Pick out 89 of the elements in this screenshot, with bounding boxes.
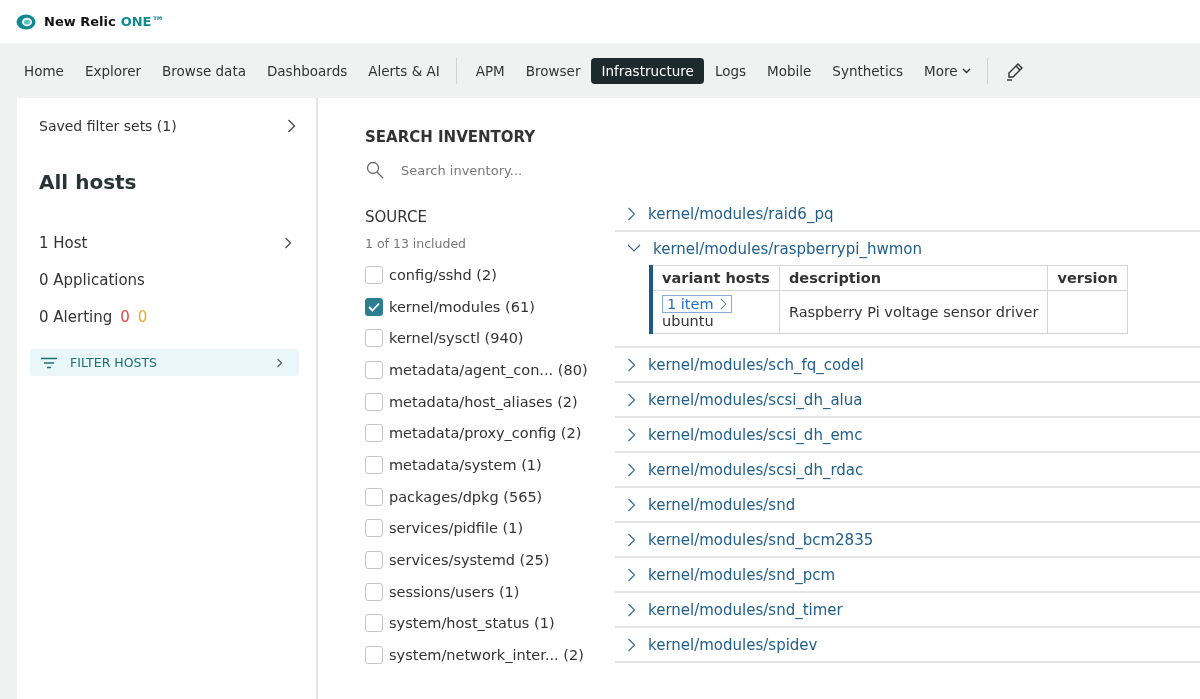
chevron-right-icon[interactable] (627, 357, 636, 372)
source-label[interactable]: sessions/users (1) (389, 583, 520, 600)
logo-accent: ONE™ (120, 14, 165, 29)
column-header: version (1048, 265, 1128, 291)
inventory-item-link[interactable]: kernel/modules/sch_fq_codel (648, 355, 865, 374)
source-summary: 1 of 13 included (365, 236, 468, 251)
checkbox[interactable] (365, 360, 383, 379)
checkbox[interactable] (365, 424, 383, 443)
source-label[interactable]: services/systemd (25) (389, 552, 550, 569)
host-name: ubuntu (662, 313, 714, 329)
checkbox[interactable] (365, 519, 383, 538)
column-header: description (779, 265, 1048, 291)
nav-tab[interactable]: Infrastructure (591, 57, 704, 84)
source-label[interactable]: services/pidfile (1) (389, 520, 524, 537)
chevron-right-icon[interactable] (627, 206, 636, 221)
source-label[interactable]: packages/dpkg (565) (389, 488, 543, 505)
chevron-right-icon (284, 236, 292, 249)
logo-text: New Relic (44, 14, 116, 29)
filter-hosts-button[interactable]: FILTER HOSTS (30, 349, 299, 376)
chevron-right-icon[interactable] (627, 567, 636, 582)
chevron-right-icon (276, 357, 283, 368)
inventory-item-link[interactable]: kernel/modules/snd_bcm2835 (648, 530, 874, 549)
chevron-right-icon[interactable] (627, 497, 636, 512)
stat-link[interactable]: 1 Host (39, 224, 298, 261)
inventory-item-link[interactable]: kernel/modules/snd_timer (648, 600, 843, 619)
chevron-right-icon[interactable] (627, 637, 636, 652)
chevron-right-icon (287, 119, 296, 133)
source-label[interactable]: metadata/host_aliases (2) (389, 393, 578, 410)
check-icon (368, 301, 380, 312)
checkbox[interactable] (365, 614, 383, 633)
source-label[interactable]: system/host_status (1) (389, 615, 555, 632)
chevron-right-icon[interactable] (627, 427, 636, 442)
nav-tab[interactable]: Browser (515, 57, 591, 84)
source-label[interactable]: system/network_inter... (2) (389, 647, 584, 664)
inventory-item-link[interactable]: kernel/modules/snd_pcm (648, 565, 836, 584)
inventory-item-link[interactable]: kernel/modules/raspberrypi_hwmon (653, 239, 922, 258)
inventory-item-link[interactable]: kernel/modules/snd (648, 495, 796, 514)
source-label[interactable]: kernel/sysctl (940) (389, 330, 524, 347)
nav-tab[interactable]: Home (14, 57, 74, 84)
inventory-item-link[interactable]: kernel/modules/scsi_dh_emc (648, 425, 863, 444)
chevron-down-icon[interactable] (627, 244, 641, 253)
checkbox[interactable] (365, 646, 383, 665)
chevron-right-icon[interactable] (627, 392, 636, 407)
checkbox[interactable] (365, 582, 383, 601)
inventory-item-link[interactable]: kernel/modules/scsi_dh_rdac (648, 460, 864, 479)
alert-count: 0 (137, 307, 148, 326)
chevron-right-icon[interactable] (627, 532, 636, 547)
source-label[interactable]: metadata/proxy_config (2) (389, 425, 582, 442)
checkbox[interactable] (365, 392, 383, 411)
items-link[interactable]: 1 item (662, 295, 732, 313)
nav-tab[interactable]: Mobile (757, 57, 822, 84)
inventory-item-link[interactable]: kernel/modules/raid6_pq (648, 204, 834, 223)
all-hosts-title: All hosts (39, 170, 138, 194)
filter-icon (40, 356, 58, 369)
section-heading: SEARCH INVENTORY (365, 128, 537, 146)
checkbox[interactable] (365, 265, 383, 284)
caret-icon (961, 67, 971, 74)
alert-count: 0 (120, 307, 130, 326)
column-header: variant hosts (651, 265, 780, 291)
stat-link[interactable]: 0 Applications (39, 261, 298, 298)
saved-filter-sets[interactable]: Saved filter sets (1) (39, 118, 298, 134)
nav-tab[interactable]: APM (465, 57, 515, 84)
inventory-item-link[interactable]: kernel/modules/spidev (648, 635, 818, 654)
checkbox[interactable] (365, 297, 383, 316)
chevron-right-icon[interactable] (627, 602, 636, 617)
search-field[interactable]: Search inventory... (399, 161, 603, 179)
inventory-item-link[interactable]: kernel/modules/scsi_dh_alua (648, 390, 863, 409)
checkbox[interactable] (365, 551, 383, 570)
source-label[interactable]: config/sshd (2) (389, 266, 497, 283)
nav-menu[interactable]: More (914, 57, 988, 84)
nav-tab[interactable]: Explorer (74, 57, 152, 84)
chevron-right-icon (719, 298, 727, 310)
nav-tab[interactable]: Browse data (152, 57, 256, 84)
search-icon (365, 160, 385, 180)
chevron-right-icon[interactable] (627, 462, 636, 477)
checkbox[interactable] (365, 487, 383, 506)
nav-tab[interactable]: Dashboards (256, 57, 358, 84)
logo-icon (16, 13, 36, 30)
source-label[interactable]: metadata/agent_con... (80) (389, 361, 588, 378)
checkbox[interactable] (365, 329, 383, 348)
source-label[interactable]: kernel/modules (61) (389, 298, 535, 315)
nav-tab[interactable]: Logs (704, 57, 757, 84)
nav-tab[interactable]: Alerts & AI (358, 57, 457, 84)
table-cell: Raspberry Pi voltage sensor driver (779, 290, 1048, 334)
stat-link[interactable]: 0 Alerting 0 0 (39, 298, 298, 335)
nav-tab[interactable]: Synthetics (822, 57, 914, 84)
source-label[interactable]: metadata/system (1) (389, 456, 542, 473)
source-heading: SOURCE (365, 208, 428, 226)
checkbox[interactable] (365, 455, 383, 474)
